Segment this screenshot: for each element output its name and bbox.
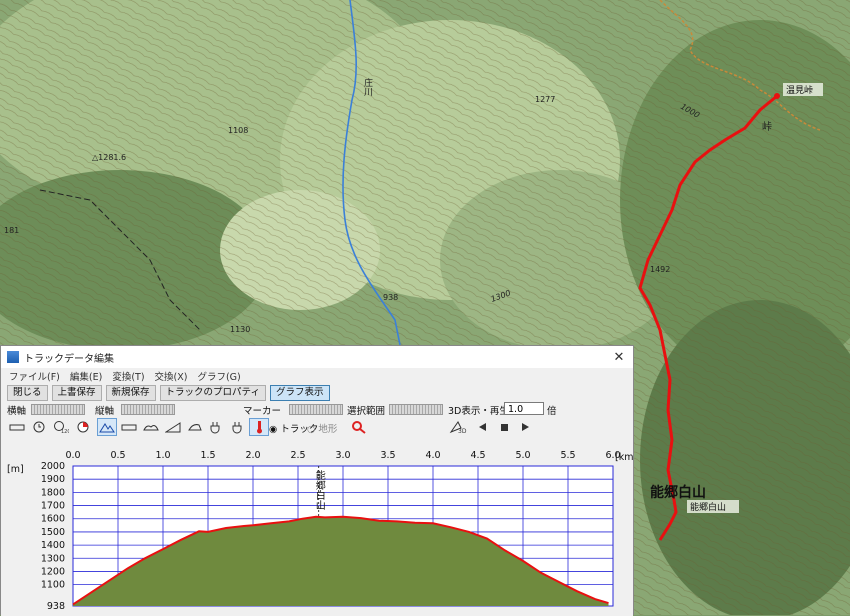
terrain-radio-label: 地形	[318, 424, 338, 435]
peak-annotation: 能郷白山	[313, 466, 325, 517]
y-axis-ticks: 2000 1900 1800 1700 1600 1500 1400 1300 1200 1100…	[41, 461, 65, 612]
x-tick-label: 3.5	[380, 450, 395, 461]
map-label-1108: 1108	[228, 126, 248, 135]
x-tick-label: 3.0	[335, 450, 350, 461]
annotation-text: 能郷白山	[313, 469, 325, 510]
play-icon[interactable]	[516, 418, 536, 436]
selection-slider[interactable]	[389, 404, 443, 415]
pie-clock-icon[interactable]	[73, 418, 93, 436]
map-label-nougouhakusan-big: 能郷白山	[650, 484, 706, 501]
x-tick-label: 4.5	[470, 450, 485, 461]
y-tick-label: 1900	[41, 474, 65, 485]
menu-file[interactable]: ファイル(F)	[9, 369, 60, 383]
x-tick-label: 5.0	[515, 450, 530, 461]
view3d-button-label: 3D	[458, 428, 467, 434]
map-label-nougouhakusan-small: 能郷白山	[690, 501, 726, 513]
plug1-icon[interactable]	[207, 418, 227, 436]
track-edit-window: トラックデータ編集 ✕ ファイル(F) 編集(E) 変換(T) 交換(X) グラ…	[0, 345, 634, 616]
map-label-pass: 峠	[762, 121, 772, 133]
window-title: トラックデータ編集	[24, 353, 114, 365]
close-button[interactable]: 閉じる	[7, 384, 48, 401]
x-unit-label: [km]	[615, 452, 633, 463]
close-icon[interactable]: ✕	[605, 350, 633, 365]
stop-icon[interactable]	[494, 418, 514, 436]
speed-combo[interactable]: 1.0	[504, 402, 544, 415]
elevation-icon[interactable]	[97, 418, 117, 436]
control-row: 横軸 縦軸 マーカー 選択範囲 3D表示・再生 1.0 倍 120 ◉ トラック…	[1, 401, 633, 445]
slope-icon[interactable]	[163, 418, 183, 436]
map-label-1277: 1277	[535, 95, 555, 104]
map-label-1130: 1130	[230, 325, 250, 334]
overwrite-save-button[interactable]: 上書保存	[51, 384, 102, 401]
menu-graph[interactable]: グラフ(G)	[197, 369, 240, 383]
svg-text:120: 120	[61, 429, 69, 434]
map-label-1492: 1492	[650, 265, 670, 274]
y-tick-label: 1500	[41, 527, 65, 538]
play-back-icon[interactable]	[472, 418, 492, 436]
y-tick-label: 1600	[41, 514, 65, 525]
menu-bar: ファイル(F) 編集(E) 変換(T) 交換(X) グラフ(G)	[1, 368, 633, 384]
map-label-938: 938	[383, 293, 398, 302]
x-tick-label: 0.0	[65, 450, 80, 461]
new-save-button[interactable]: 新規保存	[105, 384, 156, 401]
y-tick-label: 1800	[41, 487, 65, 498]
thermometer-icon[interactable]	[249, 418, 269, 436]
y-tick-label: 1200	[41, 566, 65, 577]
x-tick-label: 5.5	[560, 450, 575, 461]
clock-icon[interactable]	[29, 418, 49, 436]
x-tick-label: 4.0	[425, 450, 440, 461]
y-tick-label: 2000	[41, 461, 65, 472]
x-tick-label: 1.5	[200, 450, 215, 461]
y-tick-label: 1700	[41, 501, 65, 512]
window-titlebar[interactable]: トラックデータ編集 ✕	[1, 346, 633, 368]
search-red-icon[interactable]	[349, 418, 369, 436]
v-axis-label: 縦軸	[95, 406, 115, 417]
marker-slider[interactable]	[289, 404, 343, 415]
view3d-label: 3D表示・再生	[448, 406, 509, 417]
marker-label: マーカー	[243, 406, 282, 417]
x-tick-label: 0.5	[110, 450, 125, 461]
y-unit-label: [m]	[7, 464, 24, 475]
v-axis-slider[interactable]	[121, 404, 175, 415]
map-label-river: 庄川	[362, 77, 373, 96]
x-tick-label: 1.0	[155, 450, 170, 461]
graph-view-button[interactable]: グラフ表示	[269, 384, 330, 401]
ruler-icon[interactable]	[7, 418, 27, 436]
hand-icon[interactable]	[185, 418, 205, 436]
menu-convert[interactable]: 変換(T)	[112, 369, 144, 383]
view3d-button[interactable]: 3D	[448, 418, 468, 436]
h-axis-slider[interactable]	[31, 404, 85, 415]
flat-ruler-icon[interactable]	[119, 418, 139, 436]
x-tick-label: 2.0	[245, 450, 260, 461]
app-icon	[7, 351, 19, 363]
map-label-181: 181	[4, 226, 19, 235]
y-tick-label: 1300	[41, 553, 65, 564]
plug2-icon[interactable]	[229, 418, 249, 436]
track-properties-button[interactable]: トラックのプロパティ	[159, 384, 266, 401]
map-label-onsen: 温見峠	[786, 84, 813, 96]
h-axis-label: 横軸	[7, 406, 27, 417]
menu-edit[interactable]: 編集(E)	[70, 369, 102, 383]
cloud-profile-icon[interactable]	[141, 418, 161, 436]
y-min-label: 938	[47, 601, 65, 612]
y-tick-label: 1400	[41, 540, 65, 551]
elevation-chart[interactable]: 0.0 0.5 1.0 1.5 2.0 2.5 3.0 3.5 4.0 4.5 5.0 5.5 6.0 …	[1, 446, 633, 616]
clock-zero-icon[interactable]: 120	[51, 418, 71, 436]
map-label-peak1281: △1281.6	[92, 153, 126, 162]
selection-label: 選択範囲	[347, 406, 386, 417]
x-tick-label: 2.5	[290, 450, 305, 461]
terrain-radio[interactable]: ○ 地形	[307, 421, 337, 435]
button-row: 閉じる 上書保存 新規保存 トラックのプロパティ グラフ表示	[1, 384, 633, 401]
times-label: 倍	[547, 406, 557, 417]
menu-exchange[interactable]: 交換(X)	[155, 369, 188, 383]
y-tick-label: 1100	[41, 580, 65, 591]
